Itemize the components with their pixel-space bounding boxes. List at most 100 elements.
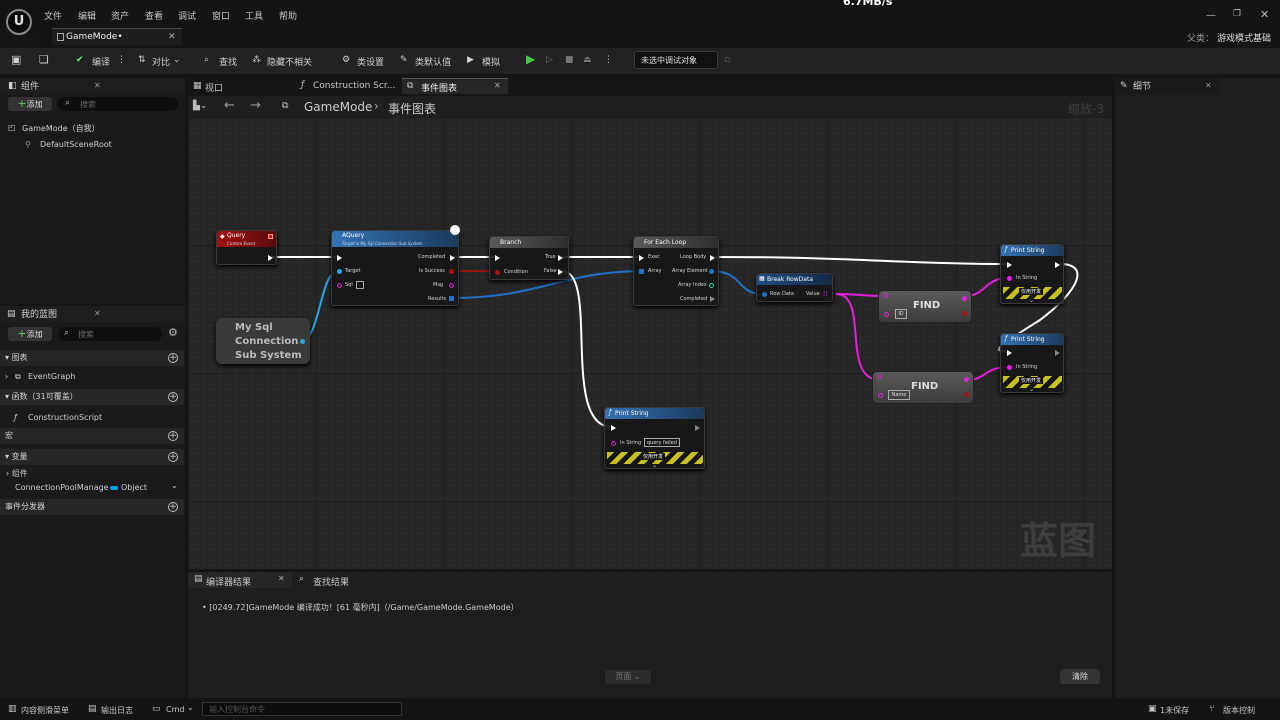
in-string-pin[interactable] <box>1007 365 1012 370</box>
false-pin[interactable] <box>558 269 563 275</box>
array-element-pin[interactable] <box>709 269 714 274</box>
map-pin-icon[interactable]: ⁞⁞ <box>883 292 888 300</box>
menu-tools[interactable]: 工具 <box>245 9 263 22</box>
in-string-pin[interactable] <box>1007 276 1012 281</box>
variable-type[interactable]: Object <box>121 483 147 492</box>
node-query-event[interactable]: Query Custom Event ◆ <box>216 230 277 265</box>
forward-arrow-icon[interactable]: → <box>250 98 261 113</box>
value-out-pin[interactable] <box>964 377 969 382</box>
clear-button[interactable]: 清除 <box>1060 669 1100 684</box>
console-input[interactable]: 输入控制台命令 <box>202 702 402 716</box>
simulate-icon[interactable]: ▶ <box>467 55 474 65</box>
output-pin[interactable] <box>300 339 305 344</box>
menu-edit[interactable]: 编辑 <box>78 9 96 22</box>
in-string-pin[interactable] <box>611 441 616 446</box>
close-window-icon[interactable]: ✕ <box>1260 8 1269 21</box>
tab-compiler-results[interactable]: ▤ 编译器结果 ✕ <box>188 572 292 588</box>
add-member-button[interactable]: +添加 <box>8 327 52 341</box>
completed-pin[interactable] <box>710 296 715 302</box>
cmd-select[interactable]: Cmd <box>166 705 184 714</box>
menu-asset[interactable]: 资产 <box>111 9 129 22</box>
category-macros[interactable]: 宏 + <box>0 428 184 444</box>
sql-input[interactable] <box>356 281 364 289</box>
page-select[interactable]: 页面 ⌄ <box>605 670 651 684</box>
tab-construction-script[interactable]: Construction Scr... <box>313 81 395 91</box>
graph-canvas[interactable] <box>188 117 1112 569</box>
unsaved-count[interactable]: 1未保存 <box>1160 705 1189 716</box>
node-branch[interactable]: Branch Condition True False <box>489 236 569 280</box>
expand-icon[interactable]: ⌄ <box>1029 386 1034 393</box>
play-icon[interactable]: ▶ <box>526 52 535 66</box>
component-scene-root[interactable]: DefaultSceneRoot <box>40 140 112 149</box>
array-pin[interactable] <box>639 269 644 274</box>
eject-icon[interactable]: ⏏ <box>583 55 592 65</box>
exec-in-pin[interactable] <box>337 255 342 261</box>
msg-pin[interactable] <box>449 283 454 288</box>
compile-button[interactable]: 编译 <box>92 55 110 68</box>
menu-file[interactable]: 文件 <box>44 9 62 22</box>
exec-in-pin[interactable] <box>495 255 500 261</box>
settings-gear-icon[interactable]: ⚙ <box>168 326 178 339</box>
found-out-pin[interactable] <box>964 392 969 397</box>
parent-class-value[interactable]: 游戏模式基础 <box>1217 31 1271 44</box>
hide-unrelated-icon[interactable]: ⁂ <box>252 55 261 65</box>
close-panel-icon[interactable]: ✕ <box>94 79 101 93</box>
gear-icon[interactable]: ⚙ <box>342 55 350 65</box>
stop-icon[interactable]: ■ <box>565 55 574 65</box>
save-icon[interactable]: ▣ <box>11 53 21 66</box>
exec-in-pin[interactable] <box>611 425 616 431</box>
delegate-pin[interactable] <box>268 234 273 239</box>
exec-in-pin[interactable] <box>1007 262 1012 268</box>
play-options-icon[interactable]: ⋮ <box>604 55 613 65</box>
source-control-button[interactable]: 版本控制 <box>1223 705 1255 716</box>
value-out-pin[interactable] <box>962 296 967 301</box>
node-print-id[interactable]: Print String ƒ In String 仅用开发 ⌄ <box>1000 244 1064 304</box>
chevron-down-icon[interactable]: ⌄ <box>171 481 178 490</box>
results-pin[interactable] <box>449 296 454 301</box>
row-data-pin[interactable] <box>762 292 767 297</box>
step-icon[interactable]: ▷ <box>546 55 553 65</box>
add-variable-icon[interactable]: + <box>168 452 178 462</box>
close-panel-icon[interactable]: ✕ <box>1205 79 1212 93</box>
maximize-icon[interactable]: ❐ <box>1233 9 1241 19</box>
category-variables[interactable]: ▾ 变量 + <box>0 449 184 465</box>
map-pin-icon[interactable]: ⁞⁞ <box>877 373 882 381</box>
tab-viewport[interactable]: 视口 <box>205 81 223 94</box>
components-search-input[interactable]: ⌕ 搜索 <box>58 97 178 111</box>
expand-arrow-icon[interactable]: › <box>5 372 8 381</box>
my-blueprint-search-input[interactable]: ⌕ 搜索 <box>58 327 162 341</box>
chevron-down-icon[interactable]: ⌄ <box>173 55 181 65</box>
menu-debug[interactable]: 调试 <box>178 9 196 22</box>
node-for-each-loop[interactable]: For Each Loop Exec Array Loop Body Array… <box>633 236 719 306</box>
node-aquery[interactable]: AQuery Target is My Sql Connection Sub S… <box>331 225 460 306</box>
exec-out-pin[interactable] <box>268 255 273 261</box>
compile-options-icon[interactable]: ⋮ <box>117 55 126 65</box>
array-index-pin[interactable] <box>709 283 714 288</box>
expand-icon[interactable]: ⌄ <box>652 462 657 469</box>
expand-icon[interactable]: ⌄ <box>1029 297 1034 304</box>
output-log-button[interactable]: 输出日志 <box>101 705 133 716</box>
node-print-failed[interactable]: Print String ƒ In String query failed 仅用… <box>604 407 705 469</box>
add-graph-icon[interactable]: + <box>168 353 178 363</box>
event-graph-item[interactable]: EventGraph <box>28 372 75 381</box>
diff-button[interactable]: 对比 <box>152 55 170 68</box>
breadcrumb-root[interactable]: GameMode <box>304 100 372 114</box>
found-out-pin[interactable] <box>962 311 967 316</box>
close-tab-icon[interactable]: ✕ <box>494 81 501 90</box>
compile-icon[interactable]: ✔ <box>76 55 84 65</box>
menu-help[interactable]: 帮助 <box>279 9 297 22</box>
search-icon[interactable]: ⌕ <box>204 55 209 65</box>
node-find-id[interactable]: ⁞⁞ FIND ID <box>878 290 972 323</box>
close-tab-icon[interactable]: ✕ <box>278 574 285 583</box>
add-function-icon[interactable]: + <box>168 392 178 402</box>
close-tab-icon[interactable]: ✕ <box>168 32 176 42</box>
node-break-rowdata[interactable]: Break RowData ▦ Row Data Value ⁞⁞ <box>756 273 833 302</box>
pencil-icon[interactable]: ✎ <box>400 55 408 65</box>
graph-options-icon[interactable]: ▙⌄ <box>193 101 207 111</box>
unreal-logo-icon[interactable]: U <box>6 9 32 35</box>
browse-icon[interactable]: ❏ <box>39 53 49 66</box>
add-component-button[interactable]: +添加 <box>8 97 52 111</box>
node-print-name[interactable]: Print String ƒ In String 仅用开发 ⌄ <box>1000 333 1064 393</box>
category-graphs[interactable]: ▾ 图表 + <box>0 350 184 366</box>
loop-body-pin[interactable] <box>710 255 715 261</box>
